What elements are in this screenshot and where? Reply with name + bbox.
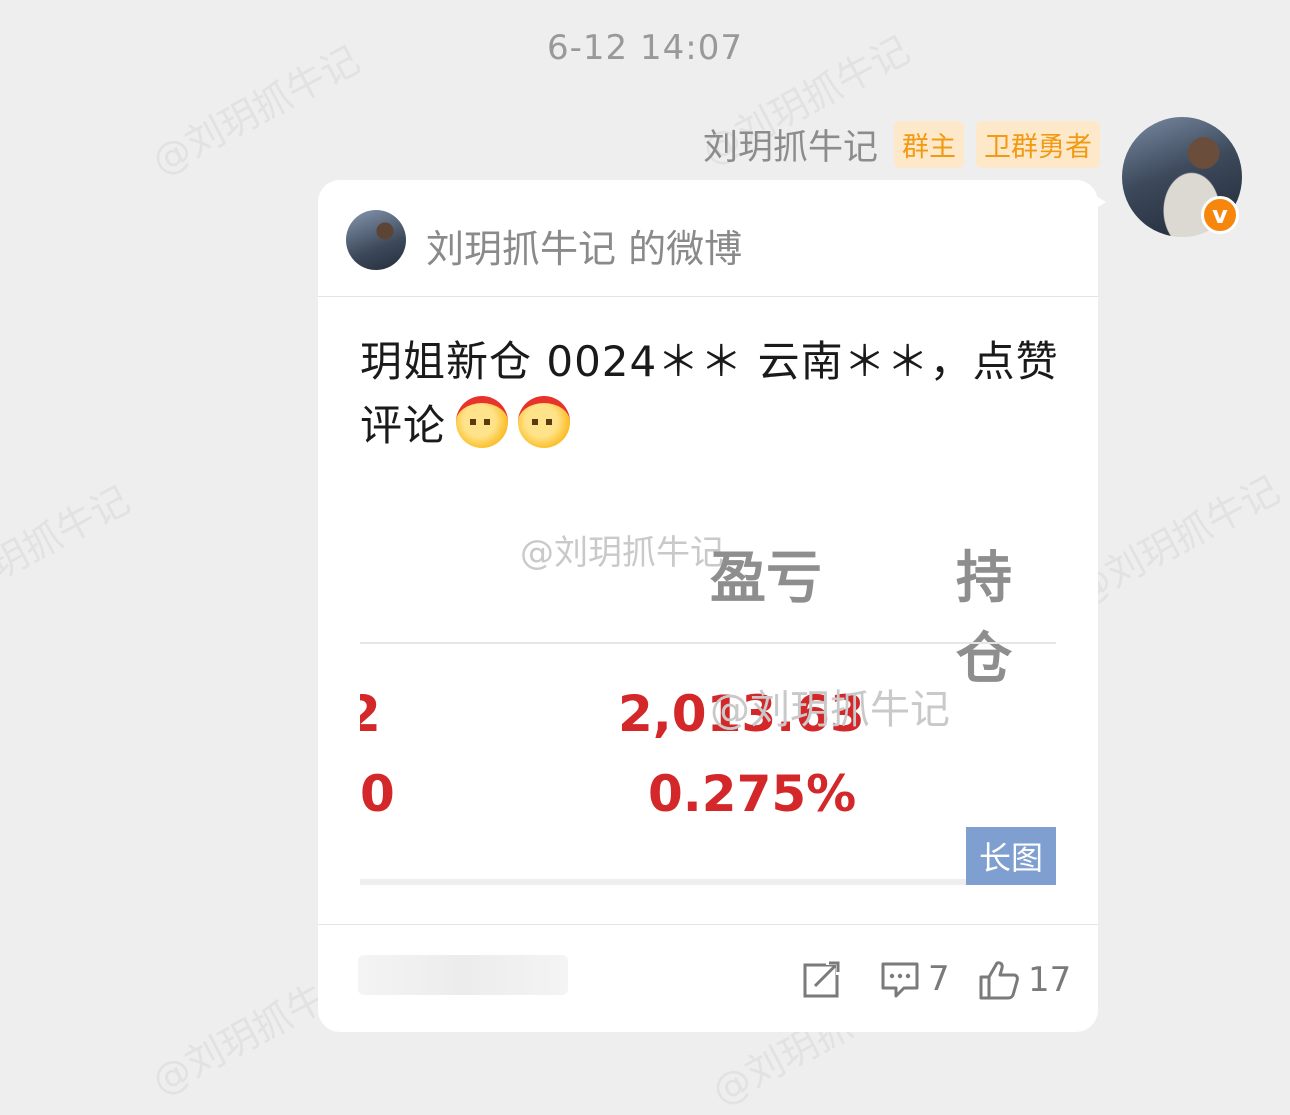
share-button[interactable] bbox=[802, 959, 844, 999]
image-column-label-pnl: 盈亏 bbox=[710, 546, 822, 611]
image-partial-number: 0 bbox=[360, 765, 395, 823]
image-bottom-bar bbox=[360, 879, 1056, 885]
blurred-source-text bbox=[358, 955, 568, 995]
group-guardian-badge: 卫群勇者 bbox=[976, 120, 1100, 168]
sender-row: 刘玥抓牛记 群主 卫群勇者 bbox=[703, 120, 1100, 168]
comment-icon bbox=[881, 962, 919, 998]
sender-name[interactable]: 刘玥抓牛记 bbox=[703, 119, 878, 170]
thumbs-up-icon bbox=[979, 961, 1019, 1000]
card-footer: 7 17 bbox=[318, 924, 1098, 1032]
post-text: 玥姐新仓 0024＊＊ 云南＊＊，点赞评论 bbox=[360, 330, 1060, 458]
group-owner-badge: 群主 bbox=[894, 120, 964, 168]
image-watermark: @刘玥抓牛记 bbox=[710, 687, 950, 733]
post-image[interactable]: @刘玥抓牛记 盈亏 持仓 2 2,013.63 @刘玥抓牛记 0 0.275% … bbox=[360, 505, 1056, 885]
card-author-avatar bbox=[346, 210, 406, 270]
like-button[interactable]: 17 bbox=[978, 959, 1071, 1001]
comment-button[interactable]: 7 bbox=[880, 959, 950, 999]
image-watermark: @刘玥抓牛记 bbox=[520, 533, 724, 573]
cheer-emoji-icon bbox=[518, 396, 571, 448]
image-pnl-percent: 0.275% bbox=[648, 765, 857, 823]
weibo-share-card[interactable]: 刘玥抓牛记 的微博 玥姐新仓 0024＊＊ 云南＊＊，点赞评论 @刘玥抓牛记 盈… bbox=[318, 180, 1098, 1032]
comment-count: 7 bbox=[928, 959, 950, 999]
card-header[interactable]: 刘玥抓牛记 的微博 bbox=[318, 180, 1098, 297]
image-divider bbox=[360, 642, 1056, 644]
card-title: 刘玥抓牛记 的微博 bbox=[426, 227, 743, 271]
like-count: 17 bbox=[1028, 960, 1072, 1000]
cheer-emoji-icon bbox=[456, 396, 509, 448]
image-column-label-position: 持仓 bbox=[956, 546, 1012, 692]
verified-icon: v bbox=[1201, 196, 1239, 234]
message-timestamp: 6-12 14:07 bbox=[547, 28, 743, 68]
share-icon bbox=[803, 959, 842, 998]
background-watermark: @刘玥抓牛记 bbox=[0, 477, 137, 624]
long-image-tag: 长图 bbox=[966, 827, 1056, 885]
image-partial-number: 2 bbox=[360, 685, 381, 743]
